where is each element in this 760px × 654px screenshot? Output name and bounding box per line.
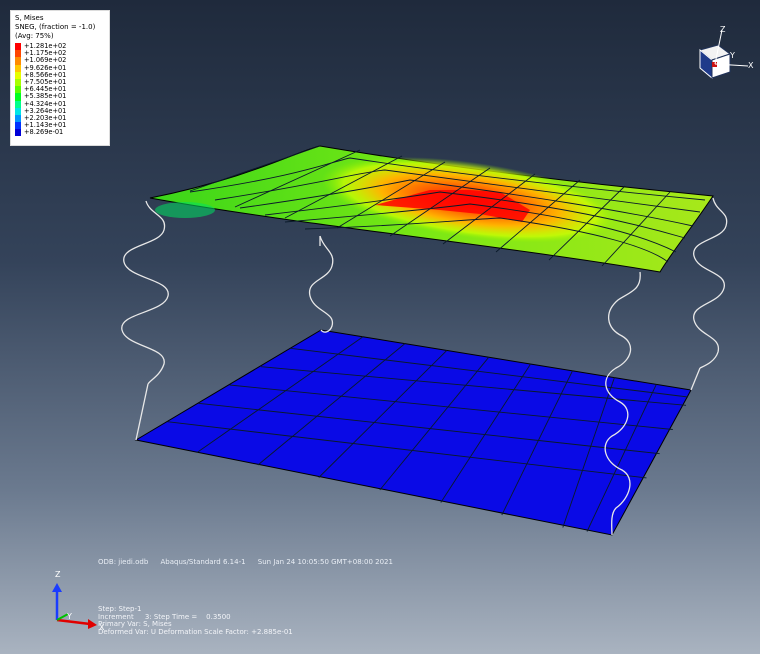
legend-swatch <box>15 71 21 79</box>
legend-swatch <box>15 93 21 101</box>
svg-text:Y: Y <box>729 51 735 60</box>
legend-swatch <box>15 122 21 130</box>
deformed-variable: Deformed Var: U Deformation Scale Factor… <box>98 627 293 636</box>
legend-entries: +1.281e+02 +1.175e+02 +1.069e+02 +9.626e+01… <box>15 43 105 137</box>
contour-legend: S, Mises SNEG, (fraction = -1.0) (Avg: 7… <box>10 10 110 146</box>
legend-entry: +8.269e-01 <box>15 128 105 137</box>
odb-date: Sun Jan 24 10:05:50 GMT+08:00 2021 <box>257 558 393 566</box>
spring-back-left <box>121 200 169 385</box>
spring-back-right-stem <box>690 367 701 391</box>
legend-swatch <box>15 86 21 94</box>
bottom-plate <box>134 329 692 536</box>
legend-swatch <box>15 64 21 72</box>
legend-title: S, Mises <box>15 14 44 22</box>
step-info: Step: Step-1 Increment 3: Step Time = 0.… <box>98 605 293 636</box>
top-plate <box>149 145 714 273</box>
legend-swatch <box>15 78 21 87</box>
legend-swatch <box>15 129 21 137</box>
legend-swatch <box>15 100 21 108</box>
odb-name: ODB: jiedi.odb <box>98 558 149 566</box>
solver-version: Abaqus/Standard 6.14-1 <box>160 558 246 566</box>
triad-y-label: Y <box>66 612 72 621</box>
triad-z-label: Z <box>55 570 61 579</box>
spring-front-left <box>308 235 334 333</box>
spring-back-right <box>693 197 728 369</box>
legend-averaging: (Avg: 75%) <box>15 32 54 40</box>
legend-subtitle: SNEG, (fraction = -1.0) <box>15 23 96 31</box>
odb-info: ODB: jiedi.odb Abaqus/Standard 6.14-1 Su… <box>98 558 403 566</box>
spring-back-left-stem <box>135 383 149 441</box>
legend-swatch <box>15 114 21 123</box>
legend-swatch <box>15 43 21 51</box>
view-cube[interactable]: Z X Y <box>698 25 754 80</box>
svg-text:Z: Z <box>720 25 726 34</box>
legend-swatch <box>15 107 21 115</box>
legend-swatch <box>15 50 21 58</box>
model-viewport[interactable]: Z X Y Z Y X <box>0 0 760 654</box>
legend-swatch <box>15 57 21 65</box>
svg-text:X: X <box>748 61 754 70</box>
legend-value: +8.269e-01 <box>24 128 64 137</box>
